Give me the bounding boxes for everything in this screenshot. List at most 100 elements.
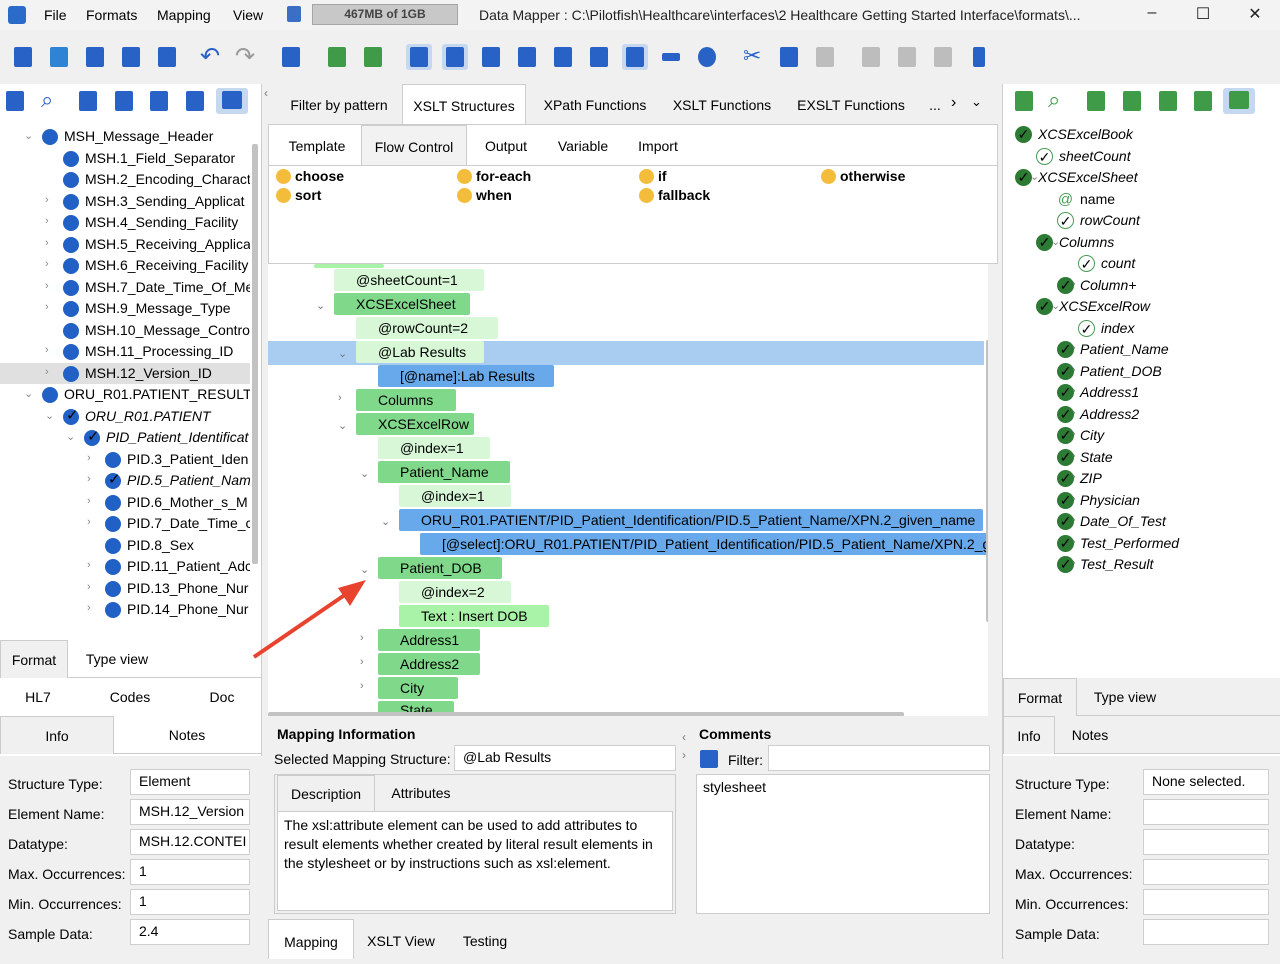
auto-map-icon[interactable]: [360, 44, 386, 70]
save-as-icon[interactable]: [118, 44, 144, 70]
tree-row[interactable]: › PID.5_Patient_Nam: [0, 470, 250, 491]
tree-row[interactable]: › PID.6_Mother_s_M: [0, 492, 250, 513]
splitter-right-icon[interactable]: ›: [682, 748, 686, 762]
tab-type-view[interactable]: Type view: [70, 640, 164, 678]
tree-row[interactable]: › MSH.11_Processing_ID: [0, 341, 250, 362]
comments-filter-input[interactable]: [768, 745, 990, 771]
expand-chevron-icon[interactable]: ›: [87, 452, 91, 464]
tree-row[interactable]: › MSH.7_Date_Time_Of_Me: [0, 277, 250, 298]
node-patient-dob[interactable]: Patient_DOB: [378, 557, 502, 579]
search-icon[interactable]: ⌕: [1047, 87, 1069, 114]
node-text-insert-dob[interactable]: Text : Insert DOB: [399, 605, 549, 627]
element-name-field[interactable]: [1143, 799, 1269, 825]
info-icon[interactable]: [442, 44, 468, 70]
node-columns[interactable]: Columns: [356, 389, 456, 411]
tab-info[interactable]: Info: [0, 716, 114, 754]
tree-row[interactable]: PID.8_Sex: [0, 535, 250, 556]
splitter-left-icon[interactable]: ‹: [682, 730, 686, 744]
collapse-chevron-icon[interactable]: ⌄: [24, 129, 33, 142]
node-address2[interactable]: Address2: [378, 653, 480, 675]
tab-info[interactable]: Info: [1003, 716, 1055, 754]
tree-row[interactable]: ✓ index: [1003, 318, 1273, 339]
settings-file-icon[interactable]: [1192, 88, 1214, 114]
menu-formats[interactable]: Formats: [86, 7, 137, 23]
fallback-item[interactable]: fallback: [638, 187, 710, 203]
min-occurrences-field[interactable]: 1: [130, 889, 250, 915]
settings-file-icon[interactable]: [184, 88, 206, 114]
collapse-chevron-icon[interactable]: ⌄: [24, 387, 33, 400]
file-list-icon[interactable]: [966, 44, 992, 70]
panel-icon[interactable]: [278, 44, 304, 70]
min-occurrences-field[interactable]: [1143, 889, 1269, 915]
tab-type-view[interactable]: Type view: [1079, 678, 1171, 716]
expand-chevron-icon[interactable]: ›: [45, 280, 49, 292]
copy-window-icon[interactable]: [586, 44, 612, 70]
node-index-2[interactable]: @index=2: [399, 581, 511, 603]
collapse-chevron-icon[interactable]: ⌄: [338, 347, 347, 360]
calendar-icon[interactable]: [77, 88, 99, 114]
node-row-count[interactable]: @rowCount=2: [356, 317, 498, 339]
node-xcs-excel-row[interactable]: XCSExcelRow: [356, 413, 474, 435]
tree-row[interactable]: ›✓Address1: [1003, 382, 1273, 403]
tree-row[interactable]: › PID.14_Phone_Nur: [0, 599, 250, 620]
maximize-button[interactable]: ☐: [1188, 4, 1218, 24]
subtab-flow-control[interactable]: Flow Control: [361, 125, 467, 165]
tree-row[interactable]: ›✓Date_Of_Test: [1003, 511, 1273, 532]
at-file-icon[interactable]: [622, 44, 648, 70]
tree-row[interactable]: ›✓Test_Result: [1003, 554, 1273, 575]
tab-attributes[interactable]: Attributes: [375, 775, 467, 811]
element-name-field[interactable]: MSH.12_Version: [130, 799, 250, 825]
tree-row[interactable]: ›✓Address2: [1003, 404, 1273, 425]
tree-row[interactable]: ›✓Patient_DOB: [1003, 361, 1273, 382]
node-given-name-xpath[interactable]: ORU_R01.PATIENT/PID_Patient_Identificati…: [399, 509, 983, 531]
database-icon[interactable]: [694, 44, 720, 70]
expand-chevron-icon[interactable]: ›: [45, 258, 49, 270]
subtab-template[interactable]: Template: [273, 125, 361, 165]
tab-xpath-functions[interactable]: XPath Functions: [530, 84, 660, 124]
tree-row[interactable]: @ name: [1003, 189, 1273, 210]
tree-row[interactable]: › MSH.5_Receiving_Applica: [0, 234, 250, 255]
canvas-hscroll[interactable]: [268, 712, 904, 716]
tree-row[interactable]: ›✓Physician: [1003, 490, 1273, 511]
tree-row[interactable]: ✓ count: [1003, 253, 1273, 274]
layout-icon[interactable]: [1223, 88, 1255, 114]
expand-chevron-icon[interactable]: ›: [87, 516, 91, 528]
collapse-chevron-icon[interactable]: ⌄: [45, 409, 54, 422]
datatype-field[interactable]: MSH.12.CONTEI: [130, 829, 250, 855]
max-occurrences-field[interactable]: [1143, 859, 1269, 885]
expand-chevron-icon[interactable]: ›: [45, 194, 49, 206]
choose-item[interactable]: choose: [275, 168, 344, 184]
tree-row[interactable]: › PID.13_Phone_Nur: [0, 578, 250, 599]
tree-row[interactable]: ✓ rowCount: [1003, 210, 1273, 231]
list-icon[interactable]: [154, 44, 180, 70]
collapse-chevron-icon[interactable]: ⌄: [316, 299, 325, 312]
chart-icon[interactable]: [478, 44, 504, 70]
copy-icon[interactable]: [776, 44, 802, 70]
comments-text[interactable]: stylesheet: [696, 774, 990, 914]
expand-chevron-icon[interactable]: ›: [45, 215, 49, 227]
tree-row[interactable]: ⌄ ✓ XCSExcelSheet: [1003, 167, 1273, 188]
when-item[interactable]: when: [457, 187, 512, 203]
new-icon[interactable]: [10, 44, 36, 70]
tab-xslt-functions[interactable]: XSLT Functions: [662, 84, 782, 124]
scroll-tabs-right-icon[interactable]: ›: [951, 94, 956, 112]
tree-row[interactable]: ⌄ MSH_Message_Header: [0, 126, 250, 147]
minimize-button[interactable]: –: [1137, 4, 1167, 22]
node-lab-results[interactable]: @Lab Results: [356, 341, 484, 363]
node-xcs-excel-sheet[interactable]: XCSExcelSheet: [334, 293, 470, 315]
structure-type-field[interactable]: None selected.: [1143, 769, 1269, 795]
sort-item[interactable]: sort: [275, 187, 321, 203]
menu-mapping[interactable]: Mapping: [157, 7, 211, 23]
sample-data-field[interactable]: [1143, 919, 1269, 945]
tree-row[interactable]: ⌄ ✓ XCSExcelRow: [1003, 296, 1273, 317]
save-file-icon[interactable]: [550, 44, 576, 70]
tabs-dropdown-icon[interactable]: ⌄: [971, 94, 982, 110]
xml-code-icon[interactable]: [406, 44, 432, 70]
tree-row[interactable]: › MSH.12_Version_ID: [0, 362, 250, 384]
datatype-field[interactable]: [1143, 829, 1269, 855]
expand-chevron-icon[interactable]: ›: [360, 680, 364, 692]
tree-row[interactable]: ⌄ ✓ Columns: [1003, 232, 1273, 253]
max-occurrences-field[interactable]: 1: [130, 859, 250, 885]
tree-row[interactable]: ›✓Patient_Name: [1003, 339, 1273, 360]
if-item[interactable]: if: [639, 168, 667, 184]
